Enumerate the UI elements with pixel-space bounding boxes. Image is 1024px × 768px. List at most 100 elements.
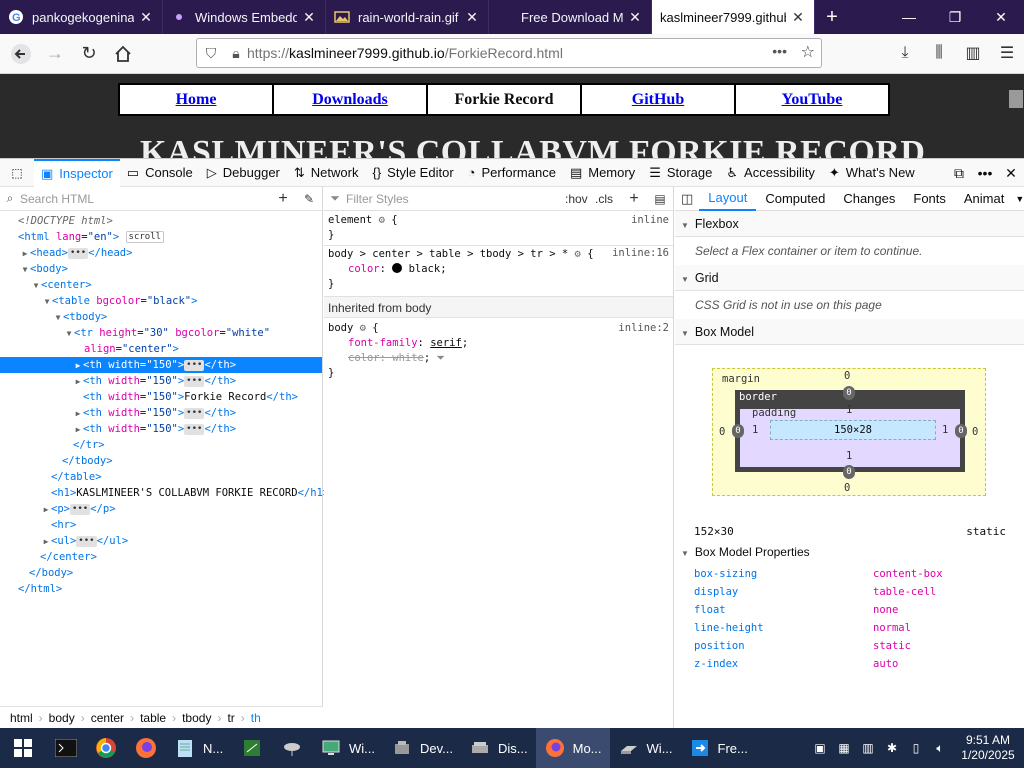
gear-icon[interactable]: ⚙	[379, 214, 385, 226]
property-value[interactable]: black	[409, 263, 441, 275]
nav-link-youtube[interactable]: YouTube	[736, 85, 888, 114]
tray-volume-icon[interactable]: 🔈︎	[928, 728, 952, 768]
margin-right-value[interactable]: 0	[972, 426, 978, 438]
tab-fonts[interactable]: Fonts	[904, 191, 955, 206]
tree-line[interactable]: </tbody>	[0, 453, 322, 469]
collapse-arrow-icon[interactable]: ▼	[64, 326, 74, 342]
expand-arrow-icon[interactable]: ▶	[20, 246, 30, 262]
border-top-value[interactable]: 0	[843, 386, 855, 400]
box-model-section-header[interactable]: ▼ Box Model	[675, 319, 1024, 345]
tab-accessibility[interactable]: ♿︎ Accessibility	[719, 159, 821, 187]
shield-icon[interactable]: ⛉	[197, 45, 225, 62]
tree-line[interactable]: <!DOCTYPE html>	[0, 213, 322, 229]
property-name[interactable]: font-family	[328, 337, 418, 349]
rule-selector[interactable]: element	[328, 214, 372, 226]
expand-arrow-icon[interactable]: ▶	[73, 406, 83, 422]
browser-tab[interactable]: Windows Embedded ✕	[163, 0, 326, 34]
add-rule-icon[interactable]: +	[621, 190, 647, 208]
taskbar-item[interactable]: Wi...	[312, 728, 383, 768]
tab-performance[interactable]: ◔ Performance	[461, 159, 563, 187]
hov-toggle[interactable]: :hov	[565, 192, 595, 206]
page-actions-icon[interactable]: •••	[772, 43, 787, 59]
collapsed-ellipsis[interactable]: •••	[184, 375, 205, 387]
collapse-arrow-icon[interactable]: ▼	[42, 294, 52, 310]
tab-inspector[interactable]: ▣ Inspector	[34, 158, 120, 187]
tree-line[interactable]: ▶ <p> ••• </p>	[0, 501, 322, 517]
tab-debugger[interactable]: ▷ Debugger	[200, 159, 287, 187]
property-name-overridden[interactable]: color	[328, 352, 380, 364]
padding-right-value[interactable]: 1	[942, 424, 948, 436]
browser-tab-active[interactable]: kaslmineer7999.github ✕	[652, 0, 815, 34]
tab-storage[interactable]: ☰ Storage	[642, 159, 719, 187]
tab-animations[interactable]: Animat	[955, 191, 1013, 206]
tree-line-selected[interactable]: ▶ <th width="150"> ••• </th>	[0, 357, 322, 373]
tab-memory[interactable]: ▤ Memory	[563, 159, 642, 187]
property-row[interactable]: float none	[694, 601, 1014, 619]
collapsed-ellipsis[interactable]: •••	[69, 503, 91, 515]
restore-icon[interactable]: ❐	[932, 0, 978, 34]
color-swatch[interactable]	[392, 263, 403, 273]
print-media-icon[interactable]: ▤	[647, 192, 673, 206]
tab-layout[interactable]: Layout	[699, 187, 757, 211]
collapsed-ellipsis[interactable]: •••	[67, 247, 89, 259]
margin-bottom-value[interactable]: 0	[844, 482, 850, 494]
margin-top-value[interactable]: 0	[844, 370, 850, 382]
library-icon[interactable]: ⫼	[922, 38, 956, 68]
tray-battery-icon[interactable]: ▯	[904, 728, 928, 768]
tree-line[interactable]: ▶ <th width="150"> ••• </th>	[0, 405, 322, 421]
breadcrumb-item[interactable]: tr	[227, 711, 234, 725]
tray-bluetooth-icon[interactable]: ✱	[880, 728, 904, 768]
menu-icon[interactable]: ☰	[990, 38, 1024, 68]
breadcrumb-item[interactable]: center	[91, 711, 124, 725]
satellite-dish-icon[interactable]	[272, 728, 312, 768]
expand-arrow-icon[interactable]: ▶	[73, 374, 83, 390]
property-row[interactable]: display table-cell	[694, 583, 1014, 601]
add-node-icon[interactable]: +	[270, 190, 296, 208]
tree-line[interactable]: ▶ <head> ••• </head>	[0, 245, 322, 261]
tree-line[interactable]: ▼ <body>	[0, 261, 322, 277]
pick-element-icon[interactable]: ⬚	[0, 166, 34, 180]
scrollbar-thumb[interactable]	[1009, 90, 1023, 108]
property-value[interactable]: serif	[430, 337, 462, 349]
lock-icon[interactable]: 🔒︎	[225, 45, 247, 62]
tree-line[interactable]: </table>	[0, 469, 322, 485]
collapse-arrow-icon[interactable]: ▼	[53, 310, 63, 326]
tree-line[interactable]: ▶ <ul> ••• </ul>	[0, 533, 322, 549]
collapsed-ellipsis[interactable]: •••	[184, 359, 205, 371]
bookmark-star-icon[interactable]: ☆	[801, 42, 815, 62]
tree-line[interactable]: ▼ <tbody>	[0, 309, 322, 325]
close-tab-icon[interactable]: ✕	[627, 9, 643, 26]
back-button[interactable]	[5, 38, 37, 70]
expand-arrow-icon[interactable]: ▶	[73, 358, 83, 374]
chrome-icon[interactable]	[86, 728, 126, 768]
border-right-value[interactable]: 0	[955, 424, 967, 438]
flexbox-section-header[interactable]: ▼ Flexbox	[675, 211, 1024, 237]
property-name[interactable]: color	[328, 263, 380, 275]
tab-console[interactable]: ▭ Console	[120, 159, 200, 187]
close-tab-icon[interactable]: ✕	[790, 9, 806, 26]
terminal-icon[interactable]	[46, 728, 86, 768]
close-tab-icon[interactable]: ✕	[464, 9, 480, 26]
rule-selector[interactable]: body	[328, 322, 353, 334]
sidebar-icon[interactable]: ▥	[956, 38, 990, 68]
tray-app-icon[interactable]: ▣	[808, 728, 832, 768]
home-button[interactable]	[107, 38, 139, 70]
taskbar-item[interactable]: Wi...	[610, 728, 681, 768]
padding-bottom-value[interactable]: 1	[846, 450, 852, 462]
tree-line[interactable]: <th width="150">Forkie Record</th>	[0, 389, 322, 405]
border-bottom-value[interactable]: 0	[843, 465, 855, 479]
breadcrumb-item-current[interactable]: th	[251, 711, 261, 725]
expand-arrow-icon[interactable]: ▶	[41, 534, 51, 550]
browser-tab[interactable]: Free Download Ma ✕	[489, 0, 652, 34]
property-value-overridden[interactable]: white	[392, 352, 424, 364]
property-row[interactable]: box-sizing content-box	[694, 565, 1014, 583]
box-model-properties-header[interactable]: ▼ Box Model Properties	[681, 545, 810, 559]
padding-left-value[interactable]: 1	[752, 424, 758, 436]
collapse-arrow-icon[interactable]: ▼	[20, 262, 30, 278]
taskbar-item[interactable]: Dis...	[461, 728, 536, 768]
url-bar[interactable]: ⛉ 🔒︎ https://kaslmineer7999.github.io/Fo…	[196, 38, 822, 68]
more-options-icon[interactable]: •••	[972, 159, 998, 187]
close-tab-icon[interactable]: ✕	[138, 9, 154, 26]
nav-link-home[interactable]: Home	[120, 85, 272, 114]
tab-computed[interactable]: Computed	[756, 191, 834, 206]
